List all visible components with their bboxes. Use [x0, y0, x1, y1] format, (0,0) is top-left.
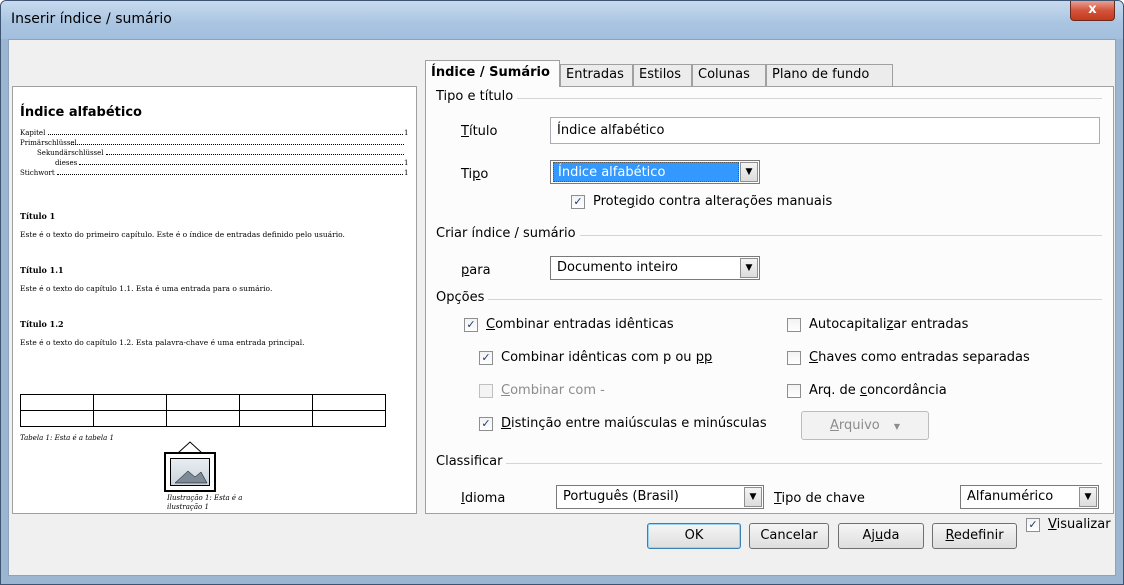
preview-entry: Kapitel — [20, 129, 46, 137]
preview-section-body: Este é o texto do capítulo 1.2. Esta pal… — [20, 338, 305, 347]
type-field-label: Tipo — [461, 167, 489, 182]
close-button[interactable]: x — [1070, 1, 1115, 21]
autocapitalize-checkbox[interactable]: Autocapitalizar entradas — [787, 317, 968, 335]
preview-leader — [57, 169, 403, 175]
checkbox-check-icon: ✓ — [1026, 518, 1040, 532]
preview-entry: Stichwort — [20, 169, 55, 177]
dialog-client-area: Índice alfabético Kapitel 1 Primärschlüs… — [8, 39, 1116, 576]
preview-entry: Primärschlüssel — [20, 139, 77, 147]
preview-checkbox[interactable]: ✓ Visualizar — [1026, 517, 1111, 535]
preview-entry: dieses — [55, 159, 78, 167]
for-field-label: para — [461, 263, 491, 278]
preview-illustration — [164, 452, 216, 492]
title-bar[interactable]: Inserir índice / sumário x — [1, 1, 1123, 39]
checkbox-box — [787, 384, 801, 398]
combine-with-checkbox[interactable]: Combinar com - — [479, 383, 605, 401]
group-divider — [436, 463, 1102, 464]
tab-background[interactable]: Plano de fundo — [766, 64, 893, 86]
language-field-label: Idioma — [461, 491, 506, 506]
reset-button[interactable]: Redefinir — [932, 523, 1017, 549]
case-sensitive-checkbox[interactable]: ✓ Distinção entre maiúsculas e minúsculas — [479, 416, 767, 434]
scope-dropdown-value: Documento inteiro — [557, 260, 679, 275]
tab-index[interactable]: Índice / Sumário — [425, 60, 560, 87]
concordance-checkbox[interactable]: Arq. de concordância — [787, 383, 947, 401]
concordance-file-button[interactable]: Arquivo ▼ — [801, 411, 929, 440]
group-create-index-label: Criar índice / sumário — [436, 226, 580, 241]
preview-table-caption: Tabela 1: Esta é a tabela 1 — [20, 434, 114, 442]
type-dropdown[interactable]: Índice alfabético ▼ — [550, 160, 760, 184]
preview-section-body: Este é o texto do primeiro capítulo. Est… — [20, 230, 345, 239]
checkbox-check-icon: ✓ — [571, 195, 585, 209]
type-dropdown-value: Índice alfabético — [553, 162, 739, 182]
group-divider — [436, 299, 1102, 300]
chevron-down-icon: ▼ — [893, 422, 901, 431]
combine-identical-checkbox[interactable]: ✓ Combinar entradas idênticas — [464, 317, 674, 335]
preview-entry-page: 1 — [404, 129, 409, 137]
preview-illustration-caption: ilustração 1 — [167, 503, 209, 511]
preview-table — [20, 394, 386, 427]
preview-pane: Índice alfabético Kapitel 1 Primärschlüs… — [12, 86, 417, 514]
preview-leader — [79, 159, 403, 165]
scope-dropdown[interactable]: Documento inteiro ▼ — [550, 256, 760, 280]
help-button[interactable]: Ajuda — [838, 523, 924, 549]
key-type-dropdown[interactable]: Alfanumérico ▼ — [960, 485, 1099, 509]
language-dropdown[interactable]: Português (Brasil) ▼ — [556, 485, 764, 509]
tab-panel-index: Tipo e título Título Índice alfabético T… — [425, 86, 1114, 514]
combine-p-pp-checkbox[interactable]: ✓ Combinar idênticas com p ou pp — [479, 350, 712, 368]
preview-section-title: Título 1 — [20, 211, 56, 221]
title-field-label: Título — [461, 124, 498, 139]
preview-section-body: Este é o texto do capítulo 1.1. Esta é u… — [20, 284, 273, 293]
preview-leader — [106, 149, 404, 155]
tab-columns[interactable]: Colunas — [692, 64, 766, 86]
checkbox-box — [479, 384, 493, 398]
tab-styles[interactable]: Estilos — [633, 64, 692, 86]
checkbox-check-icon: ✓ — [479, 351, 493, 365]
group-type-title-label: Tipo e título — [436, 89, 518, 104]
checkbox-box — [787, 318, 801, 332]
preview-section-title: Título 1.1 — [20, 265, 64, 275]
group-divider — [436, 98, 1102, 99]
preview-heading: Índice alfabético — [20, 105, 142, 120]
checkbox-check-icon: ✓ — [464, 318, 478, 332]
preview-entry-page: 1 — [404, 169, 409, 177]
checkbox-check-icon: ✓ — [479, 417, 493, 431]
cancel-button[interactable]: Cancelar — [749, 523, 829, 549]
preview-entry-page: 1 — [404, 159, 409, 167]
checkbox-box — [787, 351, 801, 365]
group-options-label: Opções — [436, 290, 489, 305]
tab-entries[interactable]: Entradas — [560, 64, 633, 86]
preview-leader — [71, 139, 404, 145]
ok-button[interactable]: OK — [647, 523, 741, 549]
picture-icon — [170, 458, 210, 486]
dialog-window: Inserir índice / sumário x Índice alfabé… — [0, 0, 1124, 585]
title-input[interactable]: Índice alfabético — [550, 117, 1100, 144]
chevron-down-icon[interactable]: ▼ — [1079, 487, 1097, 507]
chevron-down-icon[interactable]: ▼ — [744, 487, 762, 507]
window-title: Inserir índice / sumário — [11, 11, 172, 27]
preview-section-title: Título 1.2 — [20, 319, 64, 329]
keys-separate-checkbox[interactable]: Chaves como entradas separadas — [787, 350, 1030, 368]
protected-checkbox[interactable]: ✓ Protegido contra alterações manuais — [571, 194, 832, 212]
preview-entry: Sekundärschlüssel — [37, 149, 104, 157]
group-sort-label: Classificar — [436, 454, 507, 469]
key-type-dropdown-value: Alfanumérico — [967, 489, 1054, 504]
chevron-down-icon[interactable]: ▼ — [740, 258, 758, 278]
preview-illustration-caption: Ilustração 1: Esta é a — [167, 494, 243, 502]
chevron-down-icon[interactable]: ▼ — [740, 162, 758, 182]
language-dropdown-value: Português (Brasil) — [563, 489, 679, 504]
preview-leader — [48, 129, 403, 135]
key-type-field-label: Tipo de chave — [774, 491, 865, 506]
